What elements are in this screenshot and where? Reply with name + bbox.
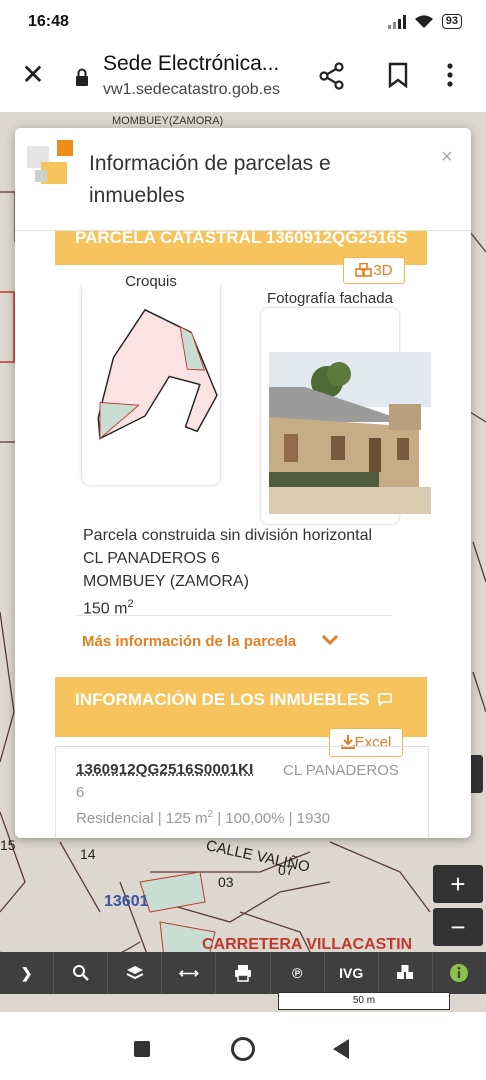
parcel-description: Parcela construida sin división horizont… — [83, 524, 372, 620]
lock-icon — [76, 68, 88, 86]
modal-body: PARCELA CATASTRAL 1360912QG2516S 3D Croq… — [15, 231, 471, 838]
layers-icon[interactable] — [108, 952, 163, 994]
status-time: 16:48 — [28, 13, 69, 30]
measure-icon[interactable]: ⟷ — [162, 952, 217, 994]
close-icon[interactable]: × — [441, 146, 453, 169]
facade-photo[interactable] — [269, 352, 431, 514]
status-icons: 93 — [387, 14, 462, 29]
zoom-in-button[interactable]: + — [433, 865, 483, 903]
bookmark-icon[interactable] — [387, 62, 409, 88]
inmueble-address-number: 6 — [76, 784, 85, 801]
inmueble-area: 125 m — [165, 810, 208, 827]
search-icon[interactable] — [54, 952, 109, 994]
expand-icon[interactable]: ❯ — [0, 952, 55, 994]
reference-icon[interactable]: ℗ — [271, 952, 325, 994]
zoom-out-button[interactable]: − — [433, 908, 483, 946]
view-3d-label: 3D — [373, 262, 393, 279]
status-bar: 16:48 93 — [0, 0, 486, 46]
back-button[interactable] — [333, 1039, 349, 1059]
inmueble-use: Residencial — [76, 810, 154, 827]
inmueble-area-exp: 2 — [207, 809, 214, 820]
inmueble-year: 1930 — [296, 810, 331, 827]
browser-bar: ✕ Sede Electrónica... vw1.sedecatastro.g… — [0, 46, 486, 113]
map-parcel-number: 14 — [80, 846, 96, 862]
map-scale-bar: 50 m — [278, 992, 450, 1010]
parcel-sketch — [97, 308, 218, 440]
modal-title: Información de parcelas e inmuebles — [89, 152, 331, 207]
modal-header: Información de parcelas e inmuebles × — [15, 128, 471, 231]
inmueble-reference-link[interactable]: 1360912QG2516S0001KI — [76, 761, 253, 778]
home-button[interactable] — [231, 1037, 255, 1061]
croquis-card[interactable]: Croquis — [82, 273, 220, 485]
map-block-label: 13601 — [104, 893, 149, 910]
page-title: Sede Electrónica... — [103, 52, 280, 75]
cubes-icon — [355, 262, 373, 277]
map-toolbar: ❯ ⟷ ℗ IVG — [0, 952, 486, 994]
parcel-municipality: MOMBUEY (ZAMORA) — [83, 573, 249, 590]
chevron-down-icon[interactable] — [321, 634, 339, 646]
chat-bubble-icon — [378, 693, 393, 707]
divider — [77, 615, 392, 616]
facade-photo-label: Fotografía fachada — [267, 290, 393, 307]
parcel-info-modal: Información de parcelas e inmuebles × PA… — [15, 128, 471, 838]
wifi-icon — [414, 15, 433, 28]
parcel-area: 150 m2 — [83, 593, 372, 620]
print-icon[interactable] — [216, 952, 271, 994]
ivg-button[interactable]: IVG — [325, 952, 379, 994]
battery-icon: 93 — [441, 14, 462, 29]
recents-button[interactable] — [134, 1041, 150, 1057]
inmuebles-banner-label: INFORMACIÓN DE LOS INMUEBLES — [75, 690, 370, 709]
map-parcel-number: 03 — [218, 874, 234, 890]
system-nav-bar — [0, 1012, 486, 1080]
parcel-address: CL PANADEROS 6 — [83, 550, 220, 567]
signal-icon — [387, 14, 406, 29]
parcel-type: Parcela construida sin división horizont… — [83, 527, 373, 544]
info-icon[interactable] — [433, 952, 486, 994]
inmueble-participation: 100,00% — [225, 810, 285, 827]
map-municipality-label: MOMBUEY(ZAMORA) — [112, 115, 224, 127]
parcel-area-unit-exp: 2 — [127, 598, 134, 610]
3d-view-icon[interactable] — [379, 952, 433, 994]
inmueble-address: CL PANADEROS — [283, 762, 399, 779]
more-parcel-info-link[interactable]: Más información de la parcela — [82, 633, 296, 650]
share-icon[interactable] — [318, 62, 346, 90]
more-options-icon[interactable] — [446, 62, 454, 88]
close-tab-icon[interactable]: ✕ — [18, 60, 48, 90]
catastro-logo-icon — [27, 140, 73, 184]
inmueble-details: Residencial | 125 m2 | 100,00% | 1930 — [76, 809, 331, 827]
map-parcel-number: 15 — [0, 837, 16, 853]
page-url[interactable]: vw1.sedecatastro.gob.es — [103, 81, 303, 99]
view-3d-button[interactable]: 3D — [343, 257, 405, 284]
